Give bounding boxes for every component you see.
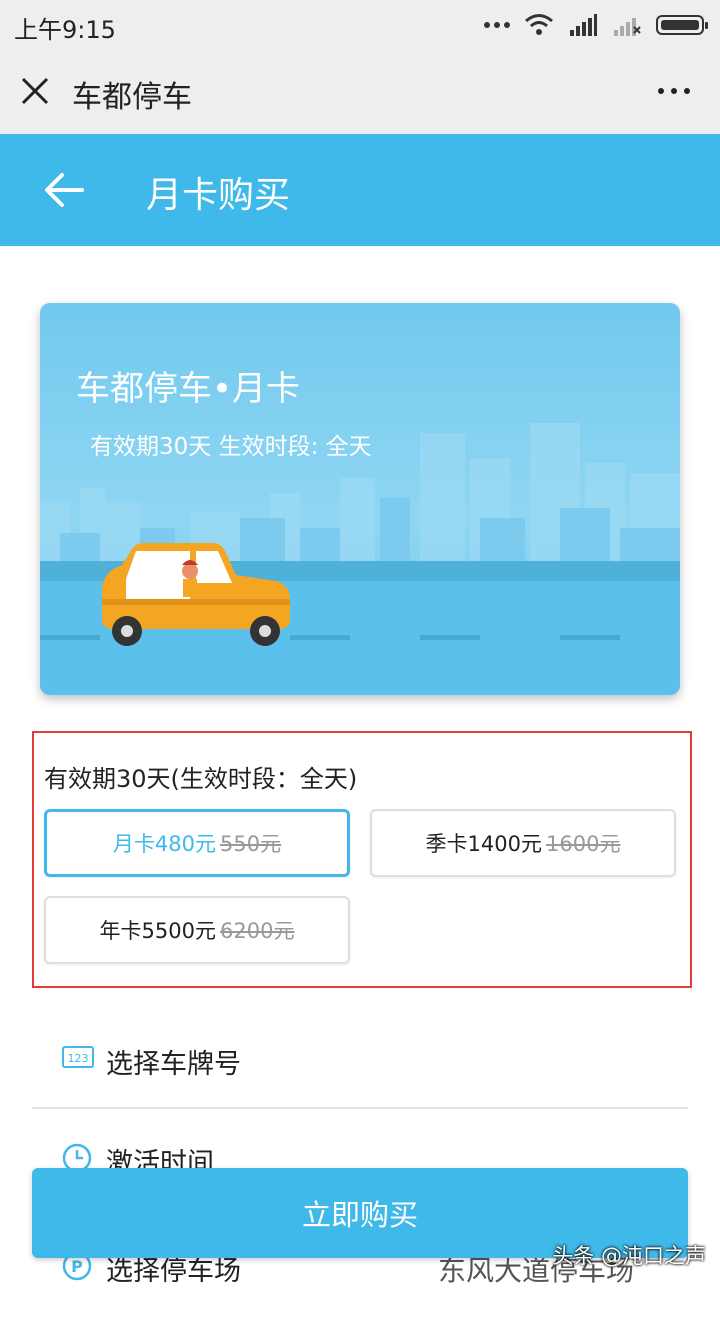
option-original-price: 550元 — [220, 832, 282, 856]
webview-title: 车都停车 — [72, 80, 192, 115]
svg-text:P: P — [71, 1257, 83, 1276]
option-monthly[interactable]: 月卡480元 550元 — [44, 809, 350, 877]
watermark: 头条 @沌口之声 — [552, 1244, 706, 1268]
battery-icon — [656, 15, 708, 35]
select-plate-row[interactable]: 123 选择车牌号 — [32, 1010, 688, 1110]
card-title: 车都停车•月卡 — [76, 369, 301, 409]
monthly-card-banner: 车都停车•月卡 有效期30天 生效时段: 全天 — [40, 303, 680, 695]
option-price: 月卡480元 — [112, 832, 216, 856]
option-original-price: 6200元 — [220, 919, 295, 943]
back-arrow-icon[interactable] — [44, 172, 84, 208]
row-label: 选择车牌号 — [106, 1049, 241, 1080]
signal-icon — [570, 14, 597, 36]
option-price: 年卡5500元 — [99, 919, 216, 943]
wifi-icon — [525, 14, 553, 35]
page-title: 月卡购买 — [146, 175, 291, 216]
license-plate-icon: 123 — [62, 1046, 94, 1068]
no-signal-icon — [614, 18, 641, 36]
option-yearly[interactable]: 年卡5500元 6200元 — [44, 896, 350, 964]
more-menu-icon[interactable] — [658, 88, 690, 94]
divider — [32, 1107, 688, 1109]
option-original-price: 1600元 — [546, 832, 621, 856]
option-price: 季卡1400元 — [425, 832, 542, 856]
more-status-icon — [484, 22, 510, 28]
card-options: 有效期30天(生效时段：全天) 月卡480元 550元 季卡1400元 1600… — [32, 731, 692, 988]
close-icon[interactable] — [20, 76, 50, 106]
svg-text:123: 123 — [68, 1052, 89, 1065]
webview-bar: 车都停车 — [0, 48, 720, 134]
options-heading: 有效期30天(生效时段：全天) — [44, 765, 358, 793]
app-header: 月卡购买 — [0, 134, 720, 246]
card-subtitle: 有效期30天 生效时段: 全天 — [90, 434, 372, 460]
status-icons — [484, 12, 708, 38]
status-time: 上午9:15 — [14, 16, 116, 44]
status-bar: 上午9:15 — [0, 0, 720, 48]
option-quarterly[interactable]: 季卡1400元 1600元 — [370, 809, 676, 877]
